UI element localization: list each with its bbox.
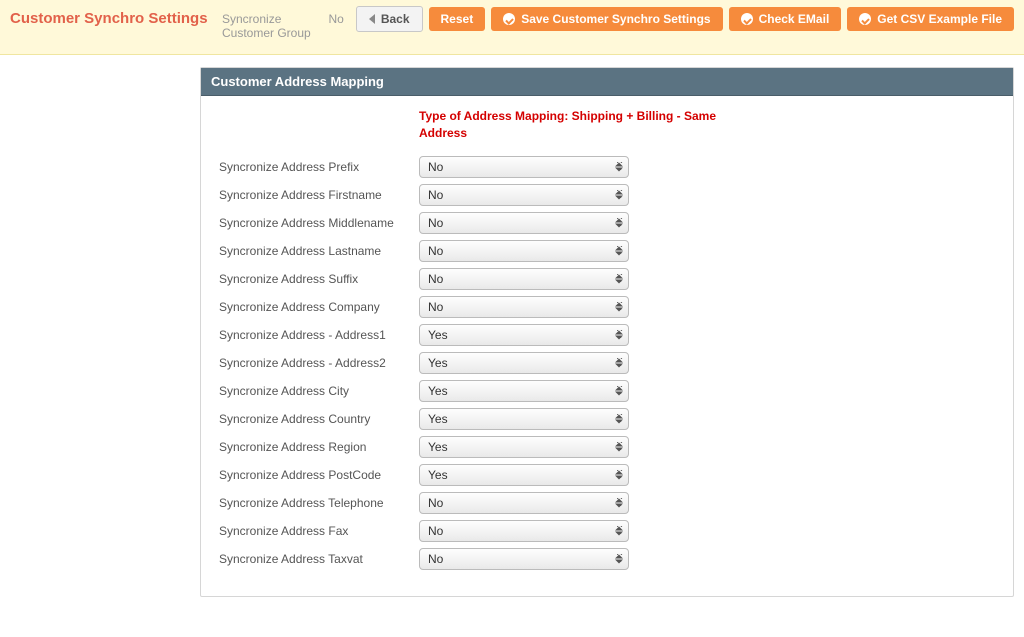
sync-select[interactable]: NoYes	[419, 408, 629, 430]
sync-select[interactable]: NoYes	[419, 548, 629, 570]
form-row: Syncronize Address SuffixNoYes	[219, 268, 995, 290]
form-row: Syncronize Address CountryNoYes	[219, 408, 995, 430]
note-row: Type of Address Mapping: Shipping + Bill…	[219, 108, 995, 156]
select-wrap: NoYes	[419, 240, 629, 262]
back-arrow-icon	[369, 14, 375, 24]
form-row: Syncronize Address LastnameNoYes	[219, 240, 995, 262]
sync-select[interactable]: NoYes	[419, 520, 629, 542]
form-row: Syncronize Address RegionNoYes	[219, 436, 995, 458]
header-bar: Customer Synchro Settings Syncronize Cus…	[0, 0, 1024, 55]
form-label: Syncronize Address - Address2	[219, 356, 419, 370]
save-button[interactable]: Save Customer Synchro Settings	[491, 7, 722, 31]
inline-field-label: Syncronize Customer Group	[222, 6, 316, 40]
form-label: Syncronize Address Prefix	[219, 160, 419, 174]
sync-select[interactable]: NoYes	[419, 324, 629, 346]
action-button-row: Back Reset Save Customer Synchro Setting…	[356, 6, 1014, 32]
form-label: Syncronize Address Region	[219, 440, 419, 454]
sync-select[interactable]: NoYes	[419, 380, 629, 402]
save-button-label: Save Customer Synchro Settings	[521, 12, 710, 26]
panel-body: Type of Address Mapping: Shipping + Bill…	[201, 96, 1013, 596]
form-label: Syncronize Address - Address1	[219, 328, 419, 342]
form-row: Syncronize Address - Address2NoYes	[219, 352, 995, 374]
form-label: Syncronize Address Middlename	[219, 216, 419, 230]
back-button-label: Back	[381, 12, 410, 26]
form-row: Syncronize Address TaxvatNoYes	[219, 548, 995, 570]
select-wrap: NoYes	[419, 352, 629, 374]
sync-select[interactable]: NoYes	[419, 296, 629, 318]
form-label: Syncronize Address Lastname	[219, 244, 419, 258]
page-title: Customer Synchro Settings	[10, 6, 210, 27]
check-circle-icon	[859, 13, 871, 25]
sync-select[interactable]: NoYes	[419, 184, 629, 206]
select-wrap: NoYes	[419, 436, 629, 458]
select-wrap: NoYes	[419, 548, 629, 570]
form-label: Syncronize Address Firstname	[219, 188, 419, 202]
select-wrap: NoYes	[419, 296, 629, 318]
panel-title: Customer Address Mapping	[201, 68, 1013, 96]
get-csv-button[interactable]: Get CSV Example File	[847, 7, 1014, 31]
check-circle-icon	[741, 13, 753, 25]
form-row: Syncronize Address MiddlenameNoYes	[219, 212, 995, 234]
form-label: Syncronize Address Fax	[219, 524, 419, 538]
select-wrap: NoYes	[419, 464, 629, 486]
check-email-button-label: Check EMail	[759, 12, 830, 26]
sync-select[interactable]: NoYes	[419, 156, 629, 178]
form-row: Syncronize Address FirstnameNoYes	[219, 184, 995, 206]
select-wrap: NoYes	[419, 380, 629, 402]
select-wrap: NoYes	[419, 324, 629, 346]
reset-button-label: Reset	[441, 12, 474, 26]
select-wrap: NoYes	[419, 156, 629, 178]
mapping-type-note: Type of Address Mapping: Shipping + Bill…	[419, 108, 719, 142]
content-area: Customer Address Mapping Type of Address…	[0, 55, 1024, 637]
inline-field-value: No	[328, 6, 343, 26]
sync-select[interactable]: NoYes	[419, 464, 629, 486]
form-label: Syncronize Address Company	[219, 300, 419, 314]
form-row: Syncronize Address CityNoYes	[219, 380, 995, 402]
sync-select[interactable]: NoYes	[419, 268, 629, 290]
check-email-button[interactable]: Check EMail	[729, 7, 842, 31]
get-csv-button-label: Get CSV Example File	[877, 12, 1002, 26]
form-label: Syncronize Address City	[219, 384, 419, 398]
sync-select[interactable]: NoYes	[419, 240, 629, 262]
form-label: Syncronize Address PostCode	[219, 468, 419, 482]
form-row: Syncronize Address CompanyNoYes	[219, 296, 995, 318]
sync-select[interactable]: NoYes	[419, 352, 629, 374]
select-wrap: NoYes	[419, 212, 629, 234]
sync-select[interactable]: NoYes	[419, 436, 629, 458]
form-label: Syncronize Address Country	[219, 412, 419, 426]
form-row: Syncronize Address PostCodeNoYes	[219, 464, 995, 486]
select-wrap: NoYes	[419, 408, 629, 430]
select-wrap: NoYes	[419, 520, 629, 542]
back-button[interactable]: Back	[356, 6, 423, 32]
form-row: Syncronize Address - Address1NoYes	[219, 324, 995, 346]
form-row: Syncronize Address FaxNoYes	[219, 520, 995, 542]
select-wrap: NoYes	[419, 184, 629, 206]
form-label: Syncronize Address Taxvat	[219, 552, 419, 566]
sync-select[interactable]: NoYes	[419, 212, 629, 234]
reset-button[interactable]: Reset	[429, 7, 486, 31]
form-label: Syncronize Address Suffix	[219, 272, 419, 286]
check-circle-icon	[503, 13, 515, 25]
form-row: Syncronize Address PrefixNoYes	[219, 156, 995, 178]
address-mapping-panel: Customer Address Mapping Type of Address…	[200, 67, 1014, 597]
select-wrap: NoYes	[419, 268, 629, 290]
